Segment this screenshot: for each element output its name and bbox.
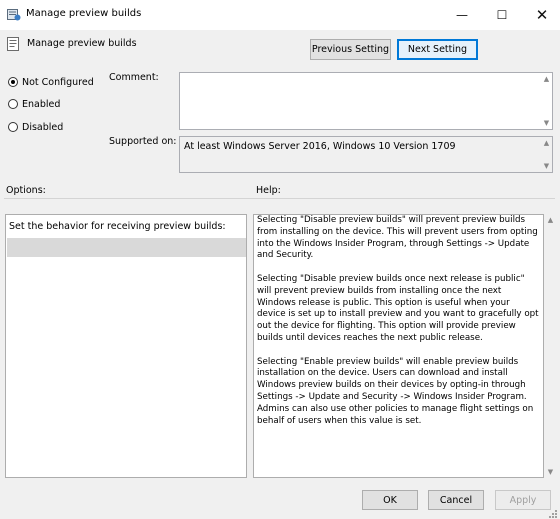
maximize-button[interactable]: ☐ (482, 0, 522, 30)
radio-enabled-label: Enabled (22, 98, 61, 110)
help-text: Selecting "Disable preview builds" will … (257, 215, 539, 426)
scroll-up-icon[interactable]: ▲ (544, 75, 549, 83)
cancel-button[interactable]: Cancel (428, 490, 484, 510)
resize-grip-icon[interactable] (548, 509, 558, 519)
previous-setting-button[interactable]: Previous Setting (310, 39, 391, 60)
close-button[interactable]: ✕ (522, 0, 560, 30)
ok-label: OK (383, 494, 397, 506)
options-description: Set the behavior for receiving preview b… (9, 221, 226, 232)
minimize-button[interactable]: — (442, 0, 482, 30)
options-dropdown[interactable] (7, 238, 246, 257)
radio-not-configured[interactable]: Not Configured (8, 75, 94, 89)
scroll-down-icon[interactable]: ▼ (548, 468, 553, 476)
close-icon: ✕ (535, 6, 549, 24)
help-scrollbar[interactable]: ▲ ▼ (545, 214, 556, 478)
supported-scrollbar[interactable]: ▲ ▼ (541, 137, 552, 172)
ok-button[interactable]: OK (362, 490, 418, 510)
help-label: Help: (256, 185, 281, 196)
scroll-down-icon[interactable]: ▼ (544, 119, 549, 127)
next-setting-button[interactable]: Next Setting (397, 39, 478, 60)
scroll-down-icon[interactable]: ▼ (544, 162, 549, 170)
supported-on-value: At least Windows Server 2016, Windows 10… (184, 141, 456, 152)
setting-name: Manage preview builds (27, 38, 137, 49)
policy-document-icon (7, 37, 19, 51)
radio-disabled[interactable]: Disabled (8, 120, 63, 134)
cancel-label: Cancel (439, 494, 473, 506)
options-label: Options: (6, 185, 46, 196)
next-setting-label: Next Setting (407, 44, 468, 55)
scroll-up-icon[interactable]: ▲ (548, 216, 553, 224)
radio-enabled-indicator[interactable] (8, 99, 18, 109)
maximize-icon: ☐ (496, 8, 508, 22)
apply-button[interactable]: Apply (495, 490, 551, 510)
window-title: Manage preview builds (26, 8, 142, 19)
comment-label: Comment: (109, 72, 159, 83)
radio-disabled-label: Disabled (22, 121, 64, 133)
previous-setting-label: Previous Setting (311, 44, 390, 55)
policy-settings-icon (7, 9, 21, 21)
divider (4, 198, 555, 199)
radio-not-configured-label: Not Configured (22, 76, 94, 88)
comment-field[interactable]: ▲ ▼ (179, 72, 553, 130)
scroll-up-icon[interactable]: ▲ (544, 139, 549, 147)
radio-not-configured-indicator[interactable] (8, 77, 18, 87)
radio-enabled[interactable]: Enabled (8, 97, 60, 111)
comment-scrollbar[interactable]: ▲ ▼ (541, 73, 552, 129)
minimize-icon: — (456, 8, 468, 22)
supported-on-label: Supported on: (109, 136, 177, 147)
apply-label: Apply (509, 494, 537, 506)
radio-disabled-indicator[interactable] (8, 122, 18, 132)
